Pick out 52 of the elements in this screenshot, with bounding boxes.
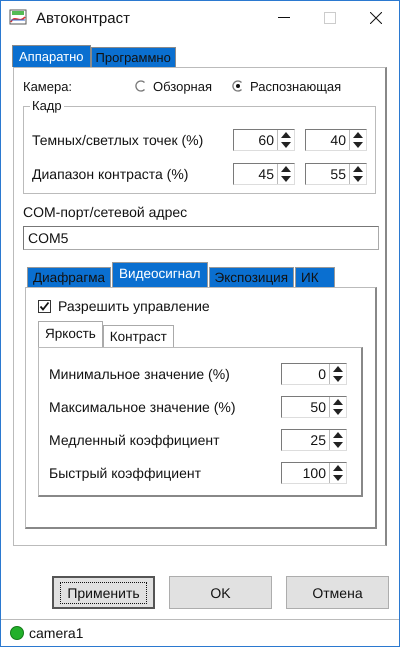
minimize-icon[interactable]	[278, 17, 290, 19]
up-arrow-icon[interactable]	[278, 130, 294, 140]
down-arrow-icon[interactable]	[330, 374, 346, 384]
spin-box[interactable]: 0	[281, 362, 347, 384]
group-title: Кадр	[30, 98, 64, 113]
down-arrow-icon[interactable]	[350, 174, 366, 184]
row-label: Минимальное значение (%)	[49, 366, 231, 382]
tab[interactable]: Яркость	[38, 321, 103, 347]
down-arrow-icon[interactable]	[350, 140, 366, 150]
radio-option[interactable]: Обзорная	[135, 78, 212, 94]
tab[interactable]: Видеосигнал	[112, 262, 208, 287]
up-arrow-icon[interactable]	[330, 364, 346, 374]
enable-checkbox[interactable]: Разрешить управление	[38, 298, 210, 314]
row-label: Медленный коэффициент	[49, 432, 220, 448]
up-arrow-icon[interactable]	[330, 430, 346, 440]
spin-box[interactable]: 50	[281, 396, 347, 418]
spin-box[interactable]: 40	[305, 129, 367, 151]
dialog-button[interactable]: Отмена	[286, 576, 389, 609]
tab[interactable]: ИК	[295, 267, 336, 287]
camera-label: Камера:	[23, 78, 74, 94]
window-title: Автоконтраст	[36, 10, 131, 26]
down-arrow-icon[interactable]	[278, 174, 294, 184]
up-arrow-icon[interactable]	[350, 130, 366, 140]
row-label: Темных/светлых точек (%)	[32, 132, 204, 148]
up-arrow-icon[interactable]	[330, 396, 346, 406]
dialog-button[interactable]: Применить	[52, 576, 155, 609]
status-text: camera1	[29, 625, 84, 641]
field-label: COM-порт/сетевой адрес	[23, 204, 188, 220]
up-arrow-icon[interactable]	[278, 164, 294, 174]
radio-option[interactable]: Распознающая	[232, 78, 342, 94]
row-label: Быстрый коэффициент	[49, 464, 202, 480]
tab[interactable]: Экспозиция	[208, 267, 294, 287]
dialog-button[interactable]: OK	[169, 576, 272, 609]
tab[interactable]: Контраст	[102, 325, 174, 347]
tab[interactable]: Программно	[90, 47, 176, 67]
spin-box[interactable]: 45	[233, 163, 295, 185]
up-arrow-icon[interactable]	[330, 462, 346, 472]
tab[interactable]: Аппаратно	[12, 45, 91, 67]
down-arrow-icon[interactable]	[330, 406, 346, 416]
down-arrow-icon[interactable]	[330, 472, 346, 482]
spin-box[interactable]: 100	[281, 462, 347, 484]
down-arrow-icon[interactable]	[278, 140, 294, 150]
spin-box[interactable]: 55	[305, 163, 367, 185]
tab[interactable]: Диафрагма	[27, 267, 112, 287]
spin-box[interactable]: 60	[233, 129, 295, 151]
row-label: Максимальное значение (%)	[49, 398, 236, 414]
up-arrow-icon[interactable]	[350, 164, 366, 174]
down-arrow-icon[interactable]	[330, 440, 346, 450]
close-icon[interactable]	[370, 12, 382, 24]
address-field[interactable]: COM5	[23, 226, 379, 250]
spin-box[interactable]: 25	[281, 428, 347, 450]
row-label: Диапазон контраста (%)	[32, 166, 190, 182]
